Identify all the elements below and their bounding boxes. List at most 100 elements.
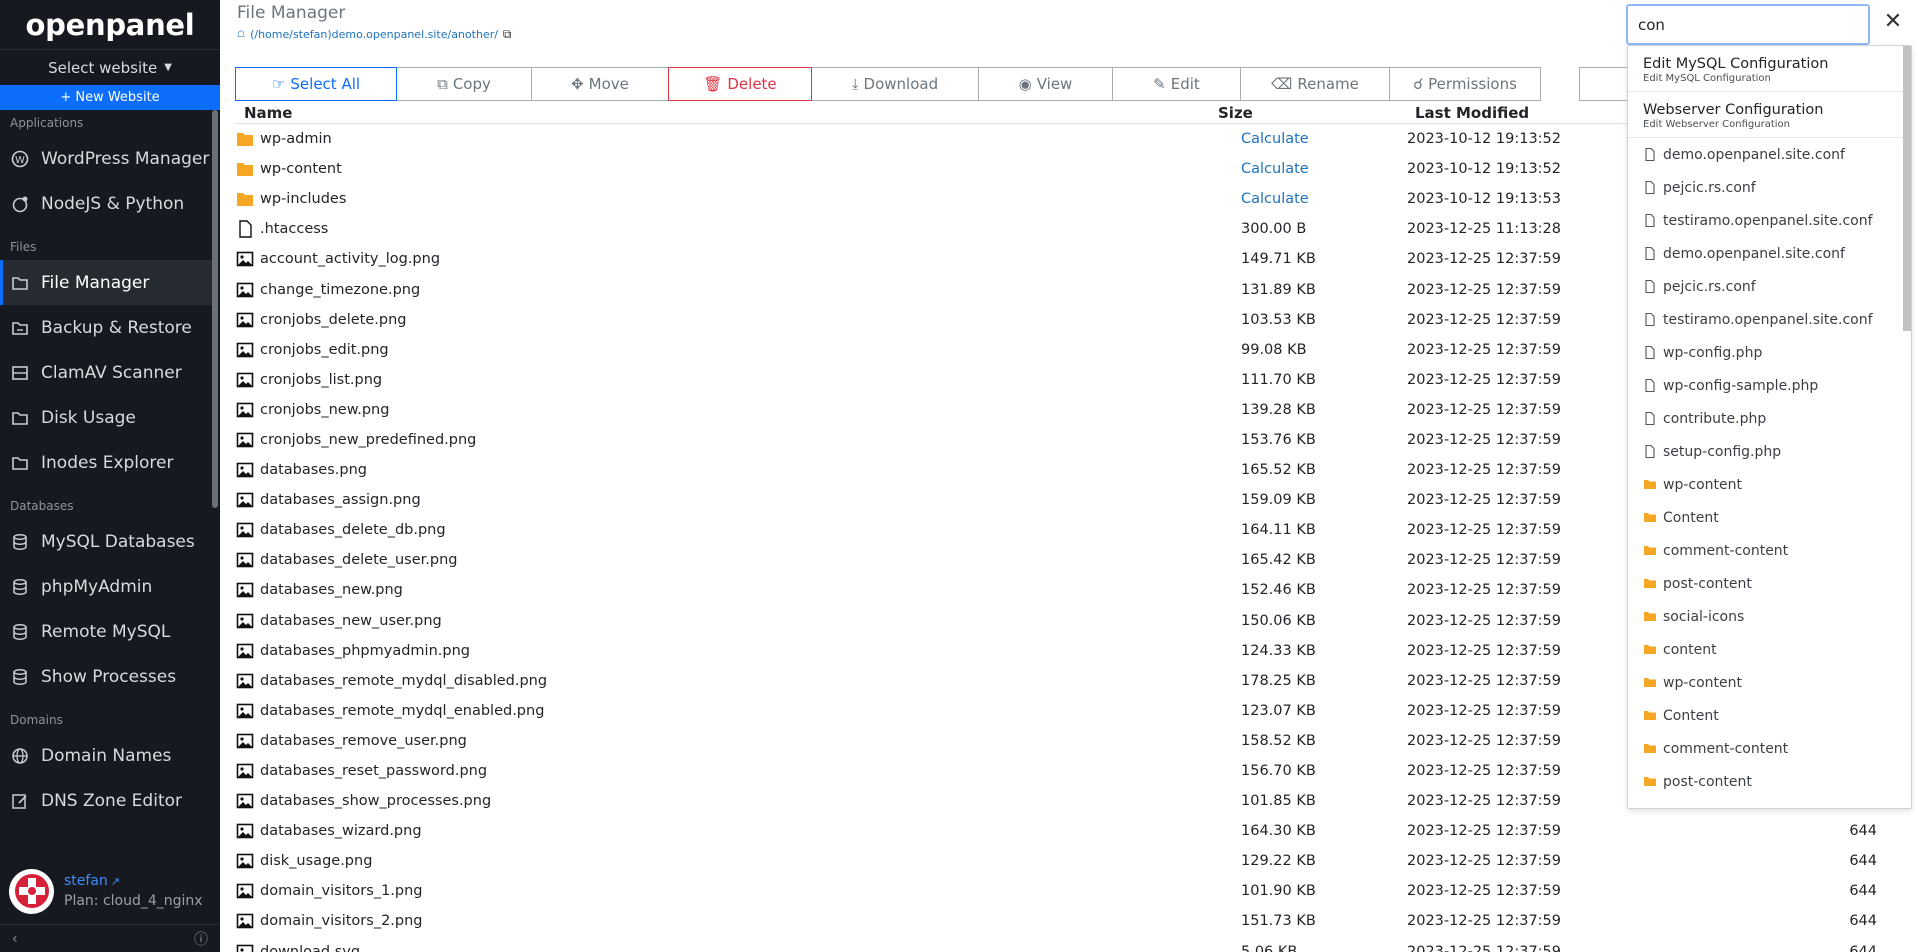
file-name[interactable]: databases_remote_mydql_enabled.png — [260, 703, 544, 719]
sidebar-item-mysql-databases[interactable]: MySQL Databases — [0, 519, 212, 564]
column-header-size[interactable]: Size — [1218, 104, 1407, 122]
file-name[interactable]: databases_delete_db.png — [260, 522, 446, 538]
file-name[interactable]: wp-includes — [260, 191, 346, 207]
table-row[interactable]: databases_wizard.png 164.30 KB 2023-12-25 … — [236, 816, 1886, 846]
file-permissions[interactable]: 644 — [1827, 853, 1877, 869]
file-name[interactable]: .htaccess — [260, 221, 328, 237]
dropdown-result-item[interactable]: Content — [1628, 501, 1911, 534]
sidebar-item-remote-mysql[interactable]: Remote MySQL — [0, 609, 212, 654]
file-name[interactable]: databases_wizard.png — [260, 823, 422, 839]
close-search-icon[interactable]: ✕ — [1882, 11, 1904, 34]
copy-path-icon[interactable]: ⧉ — [503, 27, 512, 42]
file-name[interactable]: databases_delete_user.png — [260, 552, 457, 568]
sidebar-item-dns-zone-editor[interactable]: DNS Zone Editor — [0, 778, 212, 823]
file-name[interactable]: databases_show_processes.png — [260, 793, 491, 809]
file-name[interactable]: disk_usage.png — [260, 853, 372, 869]
more-toolbar-button[interactable] — [1579, 67, 1629, 101]
dropdown-result-item[interactable]: wp-config-sample.php — [1628, 369, 1911, 402]
file-name[interactable]: cronjobs_delete.png — [260, 312, 406, 328]
file-name[interactable]: databases_phpmyadmin.png — [260, 643, 470, 659]
user-name-link[interactable]: stefan ↗ — [64, 873, 203, 889]
file-name[interactable]: download.svg — [260, 944, 360, 952]
sidebar-item-backup-restore[interactable]: Backup & Restore — [0, 305, 212, 350]
dropdown-result-item[interactable]: demo.openpanel.site.conf — [1628, 138, 1911, 171]
dropdown-result-item[interactable]: wp-content — [1628, 468, 1911, 501]
file-permissions[interactable]: 644 — [1827, 823, 1877, 839]
file-name[interactable]: wp-content — [260, 161, 342, 177]
dropdown-page-result[interactable]: Edit MySQL Configuration Edit MySQL Confi… — [1628, 46, 1911, 92]
dropdown-result-item[interactable]: comment-content — [1628, 534, 1911, 567]
logo[interactable]: openpanel — [0, 0, 220, 49]
edit-button[interactable]: ✎ Edit — [1112, 67, 1241, 101]
select-website-dropdown[interactable]: Select website ▼ — [0, 49, 220, 85]
file-name[interactable]: databases_remove_user.png — [260, 733, 467, 749]
file-size[interactable]: Calculate — [1218, 161, 1407, 177]
file-permissions[interactable]: 644 — [1827, 944, 1877, 952]
copy-button[interactable]: ⧉ Copy — [396, 67, 532, 101]
rename-button[interactable]: ⌫ Rename — [1240, 67, 1390, 101]
move-button[interactable]: ✥ Move — [531, 67, 669, 101]
sidebar-item-file-manager[interactable]: File Manager — [0, 260, 212, 305]
search-input[interactable] — [1626, 4, 1870, 45]
download-button[interactable]: ⤓ Download — [811, 67, 979, 101]
file-size[interactable]: Calculate — [1218, 131, 1407, 147]
avatar[interactable] — [9, 868, 54, 914]
table-row[interactable]: domain_visitors_1.png 101.90 KB 2023-12-25… — [236, 876, 1886, 906]
permissions-button[interactable]: ☌ Permissions — [1389, 67, 1541, 101]
dropdown-result-item[interactable]: setup-config.php — [1628, 435, 1911, 468]
dropdown-page-result[interactable]: Webserver Configuration Edit Webserver Co… — [1628, 92, 1911, 138]
file-size[interactable]: Calculate — [1218, 191, 1407, 207]
file-name[interactable]: account_activity_log.png — [260, 251, 440, 267]
dropdown-result-item[interactable]: testiramo.openpanel.site.conf — [1628, 303, 1911, 336]
file-name[interactable]: cronjobs_edit.png — [260, 342, 389, 358]
file-name[interactable]: databases_new_user.png — [260, 613, 442, 629]
dropdown-result-item[interactable]: wp-content — [1628, 666, 1911, 699]
dropdown-result-item[interactable]: post-content — [1628, 765, 1911, 798]
file-name[interactable]: databases_remote_mydql_disabled.png — [260, 673, 547, 689]
table-row[interactable]: domain_visitors_2.png 151.73 KB 2023-12-25… — [236, 906, 1886, 936]
dropdown-result-item[interactable]: Content — [1628, 699, 1911, 732]
file-name[interactable]: wp-admin — [260, 131, 332, 147]
dropdown-result-item[interactable]: social-icons — [1628, 600, 1911, 633]
sidebar-item-domain-names[interactable]: Domain Names — [0, 733, 212, 778]
dropdown-result-item[interactable]: contribute.php — [1628, 402, 1911, 435]
sidebar-item-inodes-explorer[interactable]: Inodes Explorer — [0, 440, 212, 485]
new-website-button[interactable]: + New Website — [0, 85, 220, 110]
table-row[interactable]: download.svg 5.06 KB 2023-12-25 12:37:59 64… — [236, 937, 1886, 952]
breadcrumb-path[interactable]: (/home/stefan)demo.openpanel.site/anothe… — [250, 28, 498, 41]
column-header-name[interactable]: Name — [236, 104, 1218, 122]
file-name[interactable]: change_timezone.png — [260, 282, 420, 298]
dropdown-result-item[interactable]: content — [1628, 633, 1911, 666]
file-name[interactable]: cronjobs_list.png — [260, 372, 382, 388]
file-name[interactable]: databases_reset_password.png — [260, 763, 487, 779]
dropdown-result-item[interactable]: testiramo.openpanel.site.conf — [1628, 204, 1911, 237]
file-name[interactable]: databases_assign.png — [260, 492, 421, 508]
sidebar-item-show-processes[interactable]: Show Processes — [0, 654, 212, 699]
sidebar-scrollbar[interactable] — [212, 110, 218, 508]
select-all-button[interactable]: ☞ Select All — [235, 67, 397, 101]
file-name[interactable]: databases_new.png — [260, 582, 403, 598]
delete-button[interactable]: 🗑 Delete — [668, 67, 812, 101]
info-icon[interactable]: ⓘ — [194, 929, 208, 949]
file-permissions[interactable]: 644 — [1827, 913, 1877, 929]
sidebar-item-nodejs-python[interactable]: NodeJS & Python — [0, 181, 212, 226]
file-name[interactable]: domain_visitors_2.png — [260, 913, 423, 929]
file-name[interactable]: domain_visitors_1.png — [260, 883, 423, 899]
sidebar-item-disk-usage[interactable]: Disk Usage — [0, 395, 212, 440]
dropdown-result-item[interactable]: post-content — [1628, 567, 1911, 600]
file-name[interactable]: cronjobs_new_predefined.png — [260, 432, 476, 448]
sidebar-item-phpmyadmin[interactable]: phpMyAdmin — [0, 564, 212, 609]
sidebar-item-clamav-scanner[interactable]: ClamAV Scanner — [0, 350, 212, 395]
collapse-sidebar-icon[interactable]: ‹ — [12, 931, 18, 947]
dropdown-result-item[interactable]: pejcic.rs.conf — [1628, 270, 1911, 303]
sidebar-item-wordpress-manager[interactable]: W WordPress Manager — [0, 136, 212, 181]
dropdown-result-item[interactable]: pejcic.rs.conf — [1628, 171, 1911, 204]
file-name[interactable]: databases.png — [260, 462, 367, 478]
table-row[interactable]: disk_usage.png 129.22 KB 2023-12-25 12:37:… — [236, 846, 1886, 876]
dropdown-result-item[interactable]: comment-content — [1628, 732, 1911, 765]
dropdown-result-item[interactable]: demo.openpanel.site.conf — [1628, 237, 1911, 270]
dropdown-result-item[interactable]: wp-config.php — [1628, 336, 1911, 369]
file-permissions[interactable]: 644 — [1827, 883, 1877, 899]
dropdown-scrollbar[interactable] — [1903, 46, 1911, 331]
file-name[interactable]: cronjobs_new.png — [260, 402, 389, 418]
